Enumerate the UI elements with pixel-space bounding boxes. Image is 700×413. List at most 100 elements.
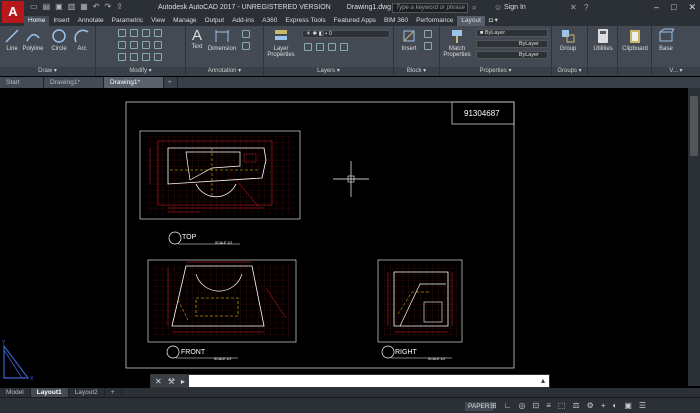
tab-a360[interactable]: A360 [258,16,281,26]
tab-layout[interactable]: Layout [457,16,485,26]
maximize-icon[interactable]: □ [671,2,676,13]
osnap-icon[interactable]: ⊡ [533,401,540,410]
scrollbar-thumb[interactable] [690,96,698,156]
snap-icon[interactable]: ⊞ [490,401,497,410]
base-button[interactable]: Base [656,28,676,52]
tab-output[interactable]: Output [201,16,229,26]
selection-cycling-icon[interactable]: ⬚ [558,401,566,410]
copy-icon[interactable] [118,41,126,49]
hardware-acceleration-icon[interactable]: ▣ [624,401,632,410]
array-icon[interactable] [142,53,150,61]
file-tab-drawing1-active[interactable]: Drawing1* [104,77,164,88]
draw-panel-label[interactable]: Draw ▾ [0,67,95,76]
ortho-icon[interactable]: ∟ [504,401,512,410]
table-icon[interactable] [242,42,250,50]
insert-button[interactable]: Insert [398,28,420,52]
view-panel-label[interactable]: V... ▾ [652,67,700,76]
text-button[interactable]: A Text [189,27,205,50]
help-icon[interactable]: ? [584,3,588,12]
add-layout-icon[interactable]: + [105,388,122,397]
file-tab-drawing1[interactable]: Drawing1* [44,77,104,88]
annotation-scale-icon[interactable]: ⚖ [572,401,579,410]
trim-icon[interactable] [142,29,150,37]
line-button[interactable]: Line [4,28,20,52]
polyline-button[interactable]: Polyline [22,28,44,52]
save-as-icon[interactable]: ▥ [68,2,76,11]
color-dropdown[interactable]: ■ ByLayer [476,29,548,37]
customization-icon[interactable]: ☰ [639,401,646,410]
tab-insert[interactable]: Insert [49,16,73,26]
isolate-icon[interactable]: ◐ [612,401,617,410]
workspace-icon[interactable]: ⚙ [587,401,594,410]
scale-icon[interactable] [130,53,138,61]
dimension-button[interactable]: Dimension [206,28,238,52]
search-icon[interactable]: ⌕ [472,3,476,13]
autocad-logo-icon[interactable]: A [2,1,24,23]
stretch-icon[interactable] [118,53,126,61]
plot-icon[interactable]: ▦ [80,2,88,11]
lineweight-dropdown[interactable]: ByLayer [476,51,548,59]
layers-panel-label[interactable]: Layers ▾ [264,67,393,76]
fillet-icon[interactable] [142,41,150,49]
polar-icon[interactable]: ◎ [519,401,526,410]
tab-bim-360[interactable]: BIM 360 [380,16,412,26]
modify-panel-label[interactable]: Modify ▾ [96,67,185,76]
groups-panel-label[interactable]: Groups ▾ [552,67,587,76]
properties-panel-label[interactable]: Properties ▾ [440,67,551,76]
tab-express-tools[interactable]: Express Tools [281,16,329,26]
exchange-icon[interactable]: ✕ [570,3,577,12]
offset-icon[interactable] [154,53,162,61]
tab-annotate[interactable]: Annotate [74,16,108,26]
linetype-dropdown[interactable]: ByLayer [476,40,548,48]
rotate-icon[interactable] [130,29,138,37]
layer-lock-icon[interactable] [340,43,348,51]
erase-icon[interactable] [154,29,162,37]
create-block-icon[interactable] [424,30,432,38]
file-tab-start[interactable]: Start [0,77,44,88]
utilities-button[interactable]: Utilities [589,28,617,52]
tab-performance[interactable]: Performance [412,16,457,26]
layer-freeze-icon[interactable] [328,43,336,51]
open-icon[interactable]: ▤ [43,2,51,11]
arc-button[interactable]: Arc [74,28,90,52]
sign-in-link[interactable]: Sign In [504,4,526,11]
new-tab-icon[interactable]: + [164,77,178,88]
tab-add-ins[interactable]: Add-ins [228,16,258,26]
command-line[interactable]: ✕ ⚒ ▸ ▴ [150,374,550,388]
mirror-icon[interactable] [130,41,138,49]
circle-button[interactable]: Circle [50,28,68,52]
redo-icon[interactable]: ↷ [105,2,112,11]
close-command-icon[interactable]: ✕ [155,377,162,386]
layer-properties-button[interactable]: Layer Properties [266,28,296,58]
tab-parametric[interactable]: Parametric [108,16,147,26]
tab-home[interactable]: Home [24,16,50,26]
minimize-icon[interactable]: – [654,2,659,13]
layout-tab-layout1[interactable]: Layout1 [30,388,69,397]
clipboard-button[interactable]: Clipboard [619,28,651,52]
leader-icon[interactable] [242,30,250,38]
layer-dropdown[interactable]: ☀ ✱ ◧ ▪ 0 [302,30,390,38]
user-icon[interactable]: ☺ [494,3,502,12]
move-icon[interactable] [118,29,126,37]
lineweight-icon[interactable]: ≡ [546,401,551,410]
match-properties-button[interactable]: Match Properties [442,28,472,58]
block-panel-label[interactable]: Block ▾ [394,67,439,76]
layer-isolate-icon[interactable] [316,43,324,51]
command-history-icon[interactable]: ▴ [541,376,545,385]
group-button[interactable]: Group [555,28,581,52]
tab-manage[interactable]: Manage [169,16,201,26]
drawing-canvas[interactable]: 91304687 TOP SCALE 1/2 FRONT SCALE 1/2 R… [0,88,688,386]
vertical-scrollbar[interactable] [688,88,700,386]
customize-icon[interactable]: ⚒ [168,377,175,386]
edit-block-icon[interactable] [424,42,432,50]
annotation-panel-label[interactable]: Annotation ▾ [186,67,263,76]
tab-featured-apps[interactable]: Featured Apps [330,16,380,26]
explode-icon[interactable] [154,41,162,49]
plus-icon[interactable]: + [601,401,606,410]
ribbon-options-icon[interactable]: ◘ ▾ [485,16,502,26]
undo-icon[interactable]: ↶ [93,2,100,11]
paper-space-toggle[interactable]: PAPER [465,402,493,411]
layer-off-icon[interactable] [304,43,312,51]
layout-tab-layout2[interactable]: Layout2 [69,388,105,397]
save-icon[interactable]: ▣ [55,2,63,11]
